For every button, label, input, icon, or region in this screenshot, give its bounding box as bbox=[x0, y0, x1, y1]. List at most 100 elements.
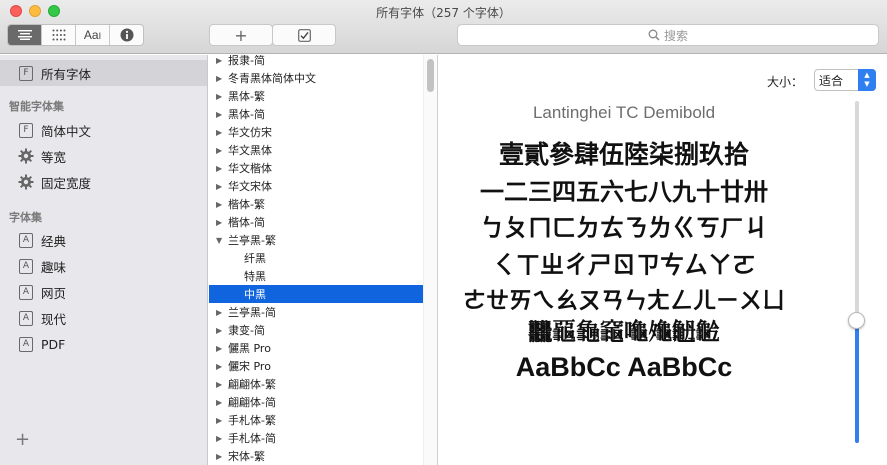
font-list-item-label: 楷体-繁 bbox=[228, 198, 265, 211]
sidebar-item-fun[interactable]: A 趣味 bbox=[0, 253, 207, 279]
disclosure-triangle-right-icon[interactable]: ▶ bbox=[216, 74, 225, 83]
preview-sample-line: ㄑㄒㄓㄔㄕㄖㄗㄘㄙㄚㄛ bbox=[492, 251, 756, 279]
disclosure-triangle-right-icon[interactable]: ▶ bbox=[216, 92, 225, 101]
font-list-family-item[interactable]: ▼ 兰亭黑-繁 bbox=[209, 231, 423, 249]
font-list-face-item[interactable]: 纤黑 bbox=[209, 249, 423, 267]
title-bar: 所有字体（257 个字体） AaI + 搜索 bbox=[0, 0, 887, 54]
disclosure-triangle-right-icon[interactable]: ▶ bbox=[216, 416, 225, 425]
font-box-icon: A bbox=[18, 284, 34, 300]
font-list-item-label: 报隶-简 bbox=[228, 55, 265, 67]
font-list-item-label: 黑体-繁 bbox=[228, 90, 265, 103]
disclosure-triangle-right-icon[interactable]: ▶ bbox=[216, 56, 225, 65]
disclosure-triangle-right-icon[interactable]: ▶ bbox=[216, 110, 225, 119]
font-list-family-item[interactable]: ▶ 华文仿宋 bbox=[209, 123, 423, 141]
sidebar-item-all-fonts[interactable]: F 所有字体 bbox=[0, 60, 207, 86]
disclosure-triangle-right-icon[interactable]: ▶ bbox=[216, 398, 225, 407]
disclosure-triangle-right-icon[interactable]: ▶ bbox=[216, 344, 225, 353]
add-collection-button[interactable]: + bbox=[15, 429, 30, 450]
disclosure-triangle-right-icon[interactable]: ▶ bbox=[216, 128, 225, 137]
disclosure-triangle-right-icon[interactable]: ▶ bbox=[216, 362, 225, 371]
sidebar-item-web[interactable]: A 网页 bbox=[0, 279, 207, 305]
disclosure-triangle-right-icon[interactable]: ▶ bbox=[216, 434, 225, 443]
font-list-family-item[interactable]: ▶ 隶变-简 bbox=[209, 321, 423, 339]
font-list-family-item[interactable]: ▶ 翩翩体-繁 bbox=[209, 375, 423, 393]
font-list-family-item[interactable]: ▶ 兰亭黑-简 bbox=[209, 303, 423, 321]
add-font-button[interactable]: + bbox=[209, 24, 273, 46]
font-list-family-item[interactable]: ▶ 华文宋体 bbox=[209, 177, 423, 195]
search-field[interactable]: 搜索 bbox=[457, 24, 879, 46]
disclosure-triangle-right-icon[interactable]: ▶ bbox=[216, 164, 225, 173]
font-list-family-item[interactable]: ▶ 华文黑体 bbox=[209, 141, 423, 159]
font-list-item-label: 楷体-简 bbox=[228, 216, 265, 229]
preview-size-slider-knob[interactable] bbox=[848, 311, 865, 329]
size-label: 大小： bbox=[767, 75, 804, 89]
sidebar-item-label: PDF bbox=[41, 336, 66, 352]
disclosure-triangle-right-icon[interactable]: ▶ bbox=[216, 146, 225, 155]
sidebar-item-simplified-chinese[interactable]: F 简体中文 bbox=[0, 117, 207, 143]
info-icon bbox=[120, 28, 133, 42]
grid-view-button[interactable] bbox=[42, 25, 76, 45]
updown-arrows-icon: ▲ ▼ bbox=[858, 69, 876, 91]
font-list-family-item[interactable]: ▶ 楷体-繁 bbox=[209, 195, 423, 213]
disclosure-triangle-right-icon[interactable]: ▶ bbox=[216, 452, 225, 461]
font-list-family-item[interactable]: ▶ 冬青黑体简体中文 bbox=[209, 69, 423, 87]
info-view-button[interactable] bbox=[110, 25, 143, 45]
disclosure-triangle-right-icon[interactable]: ▶ bbox=[216, 380, 225, 389]
disclosure-triangle-right-icon[interactable]: ▶ bbox=[216, 218, 225, 227]
sidebar-item-classic[interactable]: A 经典 bbox=[0, 227, 207, 253]
search-placeholder: 搜索 bbox=[663, 28, 688, 43]
sidebar-item-label: 网页 bbox=[41, 285, 67, 301]
sidebar-item-label: 现代 bbox=[41, 311, 67, 327]
font-list: ▶ 报隶-简 ▶ 冬青黑体简体中文 ▶ 黑体-繁 ▶ 黑体-简 ▶ 华文仿宋 ▶ 华文黑体 ▶ 华文楷体 ▶… bbox=[209, 55, 438, 465]
disclosure-triangle-down-icon[interactable]: ▼ bbox=[216, 236, 225, 245]
font-list-item-label: 兰亭黑-繁 bbox=[228, 234, 276, 247]
font-list-item-label: 冬青黑体简体中文 bbox=[228, 72, 316, 85]
scrollbar-thumb[interactable] bbox=[427, 59, 434, 92]
font-list-scrollbar[interactable] bbox=[423, 55, 437, 465]
sample-view-button[interactable] bbox=[8, 25, 42, 45]
font-list-family-item[interactable]: ▶ 翩翩体-简 bbox=[209, 393, 423, 411]
disclosure-triangle-right-icon[interactable]: ▶ bbox=[216, 326, 225, 335]
font-list-item-label: 华文黑体 bbox=[228, 144, 272, 157]
font-list-family-item[interactable]: ▶ 报隶-简 bbox=[209, 55, 423, 69]
gear-icon bbox=[18, 174, 34, 190]
sidebar-item-modern[interactable]: A 现代 bbox=[0, 305, 207, 331]
font-list-face-item[interactable]: 特黑 bbox=[209, 267, 423, 285]
font-list-family-item[interactable]: ▶ 黑体-繁 bbox=[209, 87, 423, 105]
gear-icon bbox=[18, 148, 34, 164]
validate-font-button[interactable] bbox=[272, 24, 336, 46]
preview-sample-line: 𪚥𪚦𪚧𪚨𪚩𪚪𪚫𪚬 bbox=[527, 318, 721, 346]
font-list-item-label: 翩翩体-简 bbox=[228, 396, 276, 409]
sidebar-item-label: 趣味 bbox=[41, 259, 67, 275]
sidebar: F 所有字体 智能字体集 F 简体中文 等宽 固定宽度 字体集 A 经典 A 趣… bbox=[0, 55, 208, 465]
text-size-icon: AaI bbox=[83, 28, 102, 42]
font-list-item-label: 中黑 bbox=[244, 288, 266, 301]
font-list-family-item[interactable]: ▶ 宋体-繁 bbox=[209, 447, 423, 465]
font-box-icon: A bbox=[18, 258, 34, 274]
font-list-family-item[interactable]: ▶ 手札体-繁 bbox=[209, 411, 423, 429]
font-list-item-label: 华文仿宋 bbox=[228, 126, 272, 139]
disclosure-triangle-right-icon[interactable]: ▶ bbox=[216, 200, 225, 209]
sidebar-item-monospace[interactable]: 等宽 bbox=[0, 143, 207, 169]
size-select[interactable]: 适合 ▲ ▼ bbox=[814, 69, 876, 91]
font-list-family-item[interactable]: ▶ 手札体-简 bbox=[209, 429, 423, 447]
disclosure-triangle-right-icon[interactable]: ▶ bbox=[216, 182, 225, 191]
lines-icon bbox=[17, 30, 32, 40]
font-list-family-item[interactable]: ▶ 华文楷体 bbox=[209, 159, 423, 177]
size-select-value: 适合 bbox=[819, 73, 844, 88]
font-list-family-item[interactable]: ▶ 黑体-简 bbox=[209, 105, 423, 123]
sidebar-item-fixed-width[interactable]: 固定宽度 bbox=[0, 169, 207, 195]
checkbox-icon bbox=[297, 28, 311, 42]
font-list-family-item[interactable]: ▶ 楷体-简 bbox=[209, 213, 423, 231]
custom-view-button[interactable]: AaI bbox=[76, 25, 110, 45]
search-icon bbox=[648, 29, 660, 41]
disclosure-triangle-right-icon[interactable]: ▶ bbox=[216, 308, 225, 317]
font-list-face-item[interactable]: 中黑 bbox=[209, 285, 423, 303]
sidebar-item-pdf[interactable]: A PDF bbox=[0, 331, 207, 357]
sidebar-item-label: 所有字体 bbox=[41, 66, 92, 82]
font-list-family-item[interactable]: ▶ 儷黑 Pro bbox=[209, 339, 423, 357]
font-list-family-item[interactable]: ▶ 儷宋 Pro bbox=[209, 357, 423, 375]
font-list-item-label: 翩翩体-繁 bbox=[228, 378, 276, 391]
font-list-item-label: 黑体-简 bbox=[228, 108, 265, 121]
preview-sample-line: ㄜㄝㄞㄟㄠㄡㄢㄣㄤㄥㄦㄧㄨㄩ bbox=[463, 288, 785, 314]
